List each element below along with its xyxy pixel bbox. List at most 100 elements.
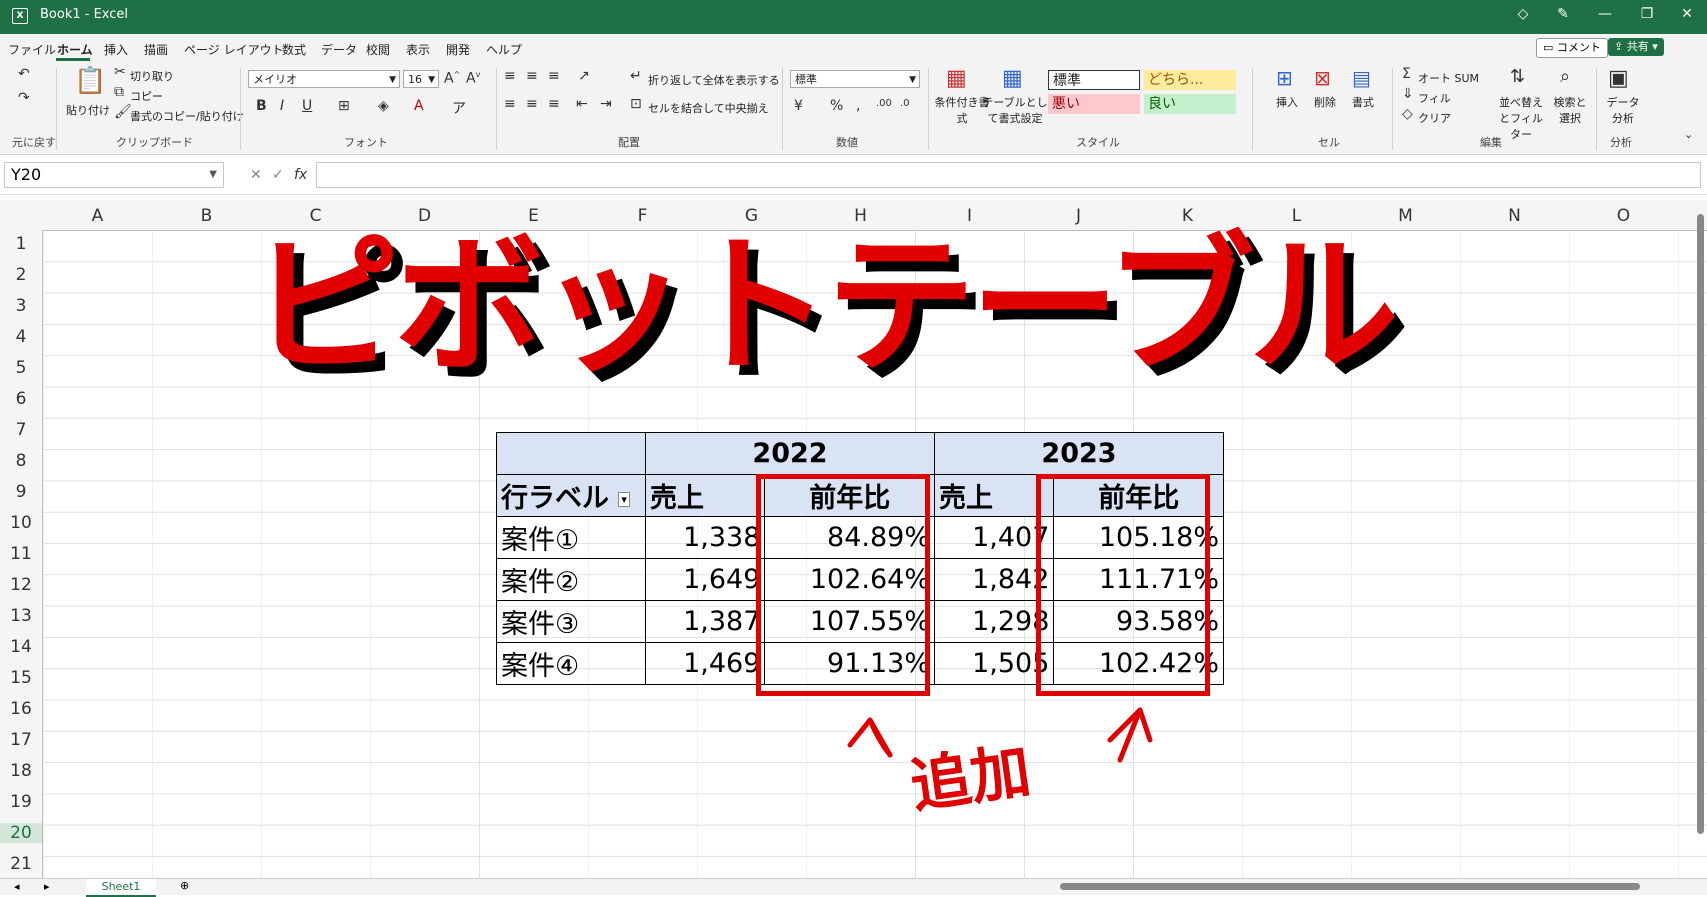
align-left-icon[interactable]: ≡ — [504, 96, 516, 112]
align-top-icon[interactable]: ≡ — [504, 68, 516, 84]
row-header[interactable]: 5 — [0, 358, 42, 378]
redo-icon[interactable]: ↷ — [18, 90, 30, 106]
bold-icon[interactable]: B — [256, 98, 267, 114]
column-header[interactable]: N — [1460, 206, 1569, 226]
minimize-button[interactable]: — — [1590, 6, 1620, 22]
row-header[interactable]: 21 — [0, 854, 42, 874]
tab-page-layout[interactable]: ページ レイアウト — [184, 41, 284, 58]
insert-function-icon[interactable]: fx — [294, 167, 307, 183]
font-size-select[interactable]: 16 ▼ — [403, 70, 439, 88]
add-sheet-icon[interactable]: ⊕ — [180, 879, 189, 892]
row-label-header[interactable]: 行ラベル ▾ — [496, 474, 646, 517]
next-sheet-icon[interactable]: ▸ — [44, 880, 50, 893]
formula-input[interactable] — [316, 162, 1701, 188]
row-header[interactable]: 18 — [0, 761, 42, 781]
decrease-decimal-icon[interactable]: .0 — [900, 98, 910, 109]
border-icon[interactable]: ⊞ — [338, 98, 350, 114]
paste-icon[interactable]: 📋 — [74, 66, 106, 96]
wrap-text-button[interactable]: 折り返して全体を表示する — [648, 72, 780, 88]
style-bad[interactable]: 悪い — [1048, 94, 1140, 114]
align-bottom-icon[interactable]: ≡ — [548, 68, 560, 84]
close-button[interactable]: ✕ — [1672, 6, 1702, 22]
increase-decimal-icon[interactable]: .00 — [876, 98, 892, 109]
increase-indent-icon[interactable]: ⇥ — [600, 96, 612, 112]
column-header[interactable]: B — [152, 206, 261, 226]
format-cells-button[interactable]: 書式 — [1352, 94, 1374, 110]
align-right-icon[interactable]: ≡ — [548, 96, 560, 112]
copy-button[interactable]: コピー — [130, 88, 163, 104]
style-normal[interactable]: 標準 — [1048, 70, 1140, 90]
phonetic-icon[interactable]: ア — [452, 98, 466, 118]
find-select-button[interactable]: 検索と選択 — [1550, 94, 1590, 126]
row-header[interactable]: 17 — [0, 730, 42, 750]
tab-formulas[interactable]: 数式 — [282, 41, 306, 58]
orientation-icon[interactable]: ↗ — [578, 68, 590, 84]
row-header[interactable]: 14 — [0, 637, 42, 657]
row-header[interactable]: 11 — [0, 544, 42, 564]
enter-icon[interactable]: ✓ — [272, 167, 284, 183]
column-header[interactable]: A — [43, 206, 152, 226]
row-header[interactable]: 16 — [0, 699, 42, 719]
number-format-select[interactable]: 標準 ▼ — [790, 70, 920, 88]
tab-review[interactable]: 校閲 — [366, 41, 390, 58]
comment-button[interactable]: ▭ コメント — [1536, 38, 1608, 58]
diamond-icon[interactable]: ◇ — [1508, 6, 1538, 22]
row-header[interactable]: 4 — [0, 327, 42, 347]
format-as-table-button[interactable]: テーブルとして書式設定 — [982, 94, 1048, 126]
column-header[interactable]: O — [1569, 206, 1678, 226]
percent-icon[interactable]: % — [830, 98, 843, 114]
style-neutral[interactable]: どちら... — [1144, 70, 1236, 90]
horizontal-scrollbar[interactable] — [1060, 883, 1640, 890]
tab-data[interactable]: データ — [321, 41, 357, 58]
comma-icon[interactable]: , — [856, 98, 860, 114]
font-color-icon[interactable]: A — [414, 98, 424, 114]
style-good[interactable]: 良い — [1144, 94, 1236, 114]
row-header[interactable]: 12 — [0, 575, 42, 595]
delete-cells-button[interactable]: 削除 — [1314, 94, 1336, 110]
clear-button[interactable]: クリア — [1418, 110, 1451, 126]
row-header-selected[interactable]: 20 — [0, 823, 42, 843]
year-header-2023[interactable]: 2023 — [934, 432, 1224, 475]
filter-dropdown-icon[interactable]: ▾ — [618, 492, 630, 507]
name-box[interactable]: Y20 ▼ — [4, 162, 224, 188]
tab-help[interactable]: ヘルプ — [486, 41, 522, 58]
autosum-button[interactable]: オート SUM — [1418, 70, 1479, 86]
row-header[interactable]: 10 — [0, 513, 42, 533]
cut-button[interactable]: 切り取り — [130, 68, 174, 84]
data-analysis-button[interactable]: データ分析 — [1606, 94, 1640, 126]
currency-icon[interactable]: ¥ — [794, 98, 803, 114]
collapse-ribbon-icon[interactable]: ⌄ — [1684, 128, 1693, 141]
tab-file[interactable]: ファイル — [8, 41, 56, 58]
row-header[interactable]: 8 — [0, 451, 42, 471]
shrink-font-icon[interactable]: Av — [466, 70, 480, 87]
paste-button[interactable]: 貼り付け — [66, 102, 110, 118]
decrease-indent-icon[interactable]: ⇤ — [576, 96, 588, 112]
vertical-scrollbar[interactable] — [1697, 214, 1704, 834]
fill-button[interactable]: フィル — [1418, 90, 1451, 106]
tab-view[interactable]: 表示 — [406, 41, 430, 58]
format-painter-button[interactable]: 書式のコピー/貼り付け — [130, 108, 244, 124]
sort-filter-button[interactable]: 並べ替えとフィルター — [1494, 94, 1548, 142]
row-header[interactable]: 2 — [0, 265, 42, 285]
row-header[interactable]: 13 — [0, 606, 42, 626]
fill-color-icon[interactable]: ◈ — [378, 98, 389, 114]
row-header[interactable]: 7 — [0, 420, 42, 440]
sheet-tab[interactable]: Sheet1 — [86, 879, 156, 897]
prev-sheet-icon[interactable]: ◂ — [14, 880, 20, 893]
share-button[interactable]: ⇪ 共有 ▾ — [1608, 38, 1664, 56]
tab-home[interactable]: ホーム — [57, 41, 93, 58]
tab-draw[interactable]: 描画 — [144, 41, 168, 58]
merge-center-button[interactable]: セルを結合して中央揃え — [648, 100, 769, 116]
italic-icon[interactable]: I — [280, 98, 284, 114]
row-header[interactable]: 6 — [0, 389, 42, 409]
tab-insert[interactable]: 挿入 — [104, 41, 128, 58]
cancel-icon[interactable]: ✕ — [250, 167, 262, 183]
font-name-select[interactable]: メイリオ ▼ — [248, 70, 400, 88]
align-center-icon[interactable]: ≡ — [526, 96, 538, 112]
row-header[interactable]: 3 — [0, 296, 42, 316]
row-header[interactable]: 15 — [0, 668, 42, 688]
insert-cells-button[interactable]: 挿入 — [1276, 94, 1298, 110]
undo-icon[interactable]: ↶ — [18, 66, 30, 82]
underline-icon[interactable]: U — [302, 98, 312, 114]
tab-developer[interactable]: 開発 — [446, 41, 470, 58]
